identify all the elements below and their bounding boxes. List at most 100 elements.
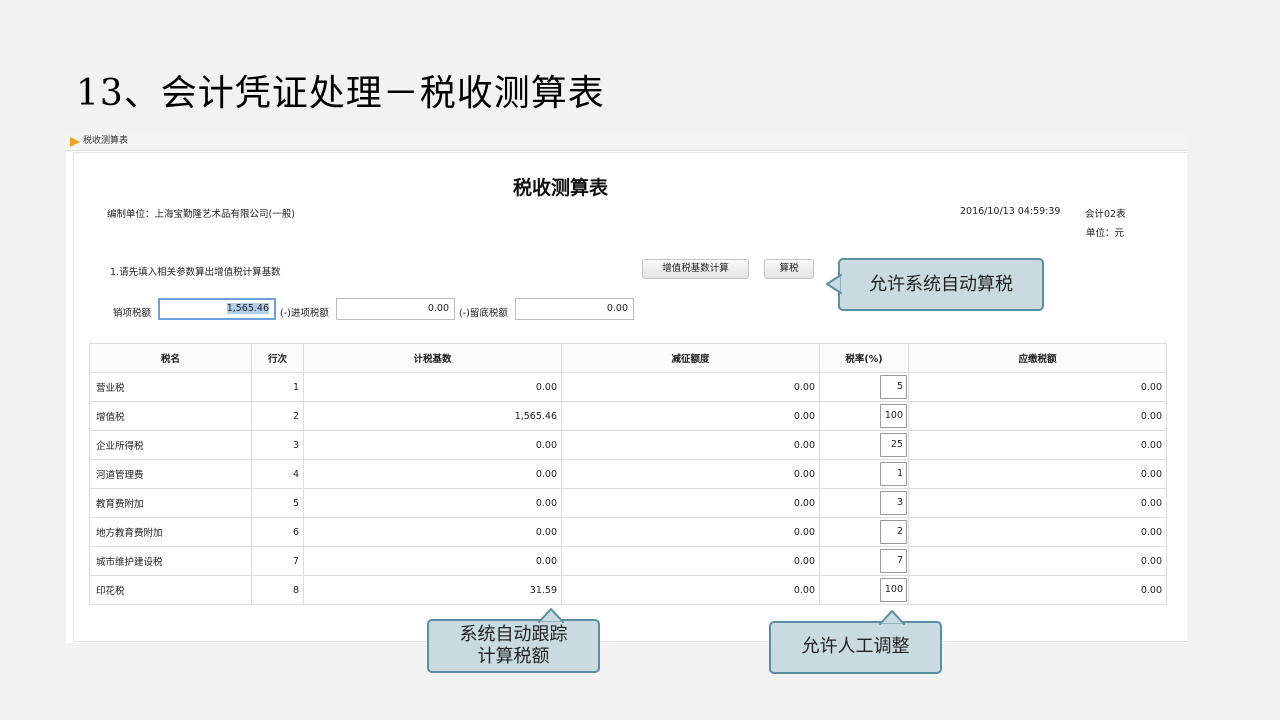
table-row: 印花税 8 31.59 0.00 100 0.00 [89, 575, 1167, 605]
rate-input[interactable]: 100 [880, 404, 907, 428]
slide-title: 13、会计凭证处理－税收测算表 [76, 73, 605, 114]
table-row: 增值税 2 1,565.46 0.00 100 0.00 [89, 401, 1167, 431]
line-cell: 7 [251, 546, 304, 576]
reduction-cell: 0.00 [561, 401, 820, 431]
col-header-tax-name: 税名 [89, 343, 252, 373]
col-header-base: 计税基数 [303, 343, 562, 373]
reduction-cell: 0.00 [561, 430, 820, 460]
input-tax-input[interactable]: 0.00 [336, 298, 455, 320]
base-cell: 0.00 [303, 459, 562, 489]
output-tax-value: 1,565.46 [226, 303, 269, 314]
line-cell: 3 [251, 430, 304, 460]
retained-tax-label: (-)留底税额 [459, 308, 508, 319]
rate-input[interactable]: 7 [880, 549, 907, 573]
base-cell: 31.59 [303, 575, 562, 605]
input-tax-label: (-)进项税额 [280, 308, 329, 319]
rate-cell: 1 [819, 459, 909, 489]
form-number: 会计02表 [1085, 209, 1126, 220]
payable-cell: 0.00 [908, 459, 1167, 489]
tab-bar: 税收测算表 [66, 133, 1187, 151]
tax-name-cell: 增值税 [89, 401, 252, 431]
table-body: 营业税 1 0.00 0.00 5 0.00 增值税 2 1,565.46 0.… [89, 372, 1167, 605]
rate-cell: 2 [819, 517, 909, 547]
tax-name-cell: 河道管理费 [89, 459, 252, 489]
table-row: 河道管理费 4 0.00 0.00 1 0.00 [89, 459, 1167, 489]
reduction-cell: 0.00 [561, 488, 820, 518]
report-datetime: 2016/10/13 04:59:39 [960, 206, 1061, 217]
line-cell: 6 [251, 517, 304, 547]
retained-tax-input[interactable]: 0.00 [515, 298, 634, 320]
output-tax-input[interactable]: 1,565.46 [158, 298, 276, 320]
base-cell: 0.00 [303, 546, 562, 576]
rate-cell: 100 [819, 401, 909, 431]
table-row: 企业所得税 3 0.00 0.00 25 0.00 [89, 430, 1167, 460]
unit-label: 单位：元 [1086, 228, 1125, 239]
callout-manual-adjust: 允许人工调整 [769, 610, 942, 674]
callout-manual-adjust-text: 允许人工调整 [801, 636, 910, 657]
line-cell: 8 [251, 575, 304, 605]
table-header-row: 税名 行次 计税基数 减征额度 税率(%) 应缴税额 [89, 343, 1167, 373]
tab-arrow-icon [70, 137, 80, 147]
line-cell: 2 [251, 401, 304, 431]
payable-cell: 0.00 [908, 488, 1167, 518]
base-cell: 0.00 [303, 488, 562, 518]
payable-cell: 0.00 [908, 575, 1167, 605]
payable-cell: 0.00 [908, 430, 1167, 460]
reduction-cell: 0.00 [561, 372, 820, 402]
tax-name-cell: 企业所得税 [89, 430, 252, 460]
payable-cell: 0.00 [908, 372, 1167, 402]
tax-name-cell: 印花税 [89, 575, 252, 605]
line-cell: 1 [251, 372, 304, 402]
reduction-cell: 0.00 [561, 546, 820, 576]
base-cell: 0.00 [303, 430, 562, 460]
table-row: 地方教育费附加 6 0.00 0.00 2 0.00 [89, 517, 1167, 547]
rate-cell: 7 [819, 546, 909, 576]
col-header-line: 行次 [251, 343, 304, 373]
rate-cell: 25 [819, 430, 909, 460]
rate-input[interactable]: 1 [880, 462, 907, 486]
rate-input[interactable]: 100 [880, 578, 907, 602]
calc-tax-button[interactable]: 算税 [764, 259, 814, 279]
reduction-cell: 0.00 [561, 517, 820, 547]
col-header-reduction: 减征额度 [561, 343, 820, 373]
callout-auto-track-line2: 计算税额 [477, 646, 550, 667]
callout-auto-track: 系统自动跟踪 计算税额 [427, 608, 600, 673]
tax-name-cell: 营业税 [89, 372, 252, 402]
tax-table: 税名 行次 计税基数 减征额度 税率(%) 应缴税额 营业税 1 0.00 0.… [89, 343, 1167, 605]
col-header-rate: 税率(%) [819, 343, 909, 373]
rate-cell: 100 [819, 575, 909, 605]
base-cell: 0.00 [303, 372, 562, 402]
tax-name-cell: 地方教育费附加 [89, 517, 252, 547]
payable-cell: 0.00 [908, 401, 1167, 431]
callout-pointer-icon [538, 608, 564, 625]
rate-input[interactable]: 3 [880, 491, 907, 515]
payable-cell: 0.00 [908, 517, 1167, 547]
rate-input[interactable]: 2 [880, 520, 907, 544]
org-label: 编制单位：上海宝勤隆艺术品有限公司(一般) [107, 209, 295, 220]
callout-pointer-icon [879, 610, 905, 627]
tax-name-cell: 城市维护建设税 [89, 546, 252, 576]
step-instruction: 1.请先填入相关参数算出增值税计算基数 [110, 267, 281, 278]
col-header-payable: 应缴税额 [908, 343, 1167, 373]
base-cell: 1,565.46 [303, 401, 562, 431]
table-row: 城市维护建设税 7 0.00 0.00 7 0.00 [89, 546, 1167, 576]
tab-tax-estimate[interactable]: 税收测算表 [83, 133, 128, 150]
rate-input[interactable]: 5 [880, 375, 907, 399]
callout-pointer-icon [826, 274, 844, 294]
payable-cell: 0.00 [908, 546, 1167, 576]
vat-base-calc-button[interactable]: 增值税基数计算 [642, 259, 749, 279]
rate-cell: 5 [819, 372, 909, 402]
callout-auto-track-line1: 系统自动跟踪 [459, 624, 568, 645]
tax-name-cell: 教育费附加 [89, 488, 252, 518]
reduction-cell: 0.00 [561, 459, 820, 489]
output-tax-label: 销项税额 [113, 308, 152, 319]
line-cell: 4 [251, 459, 304, 489]
rate-cell: 3 [819, 488, 909, 518]
line-cell: 5 [251, 488, 304, 518]
callout-auto-tax-text: 允许系统自动算税 [869, 274, 1013, 295]
table-row: 教育费附加 5 0.00 0.00 3 0.00 [89, 488, 1167, 518]
rate-input[interactable]: 25 [880, 433, 907, 457]
base-cell: 0.00 [303, 517, 562, 547]
table-row: 营业税 1 0.00 0.00 5 0.00 [89, 372, 1167, 402]
callout-auto-tax: 允许系统自动算税 [826, 258, 1044, 311]
